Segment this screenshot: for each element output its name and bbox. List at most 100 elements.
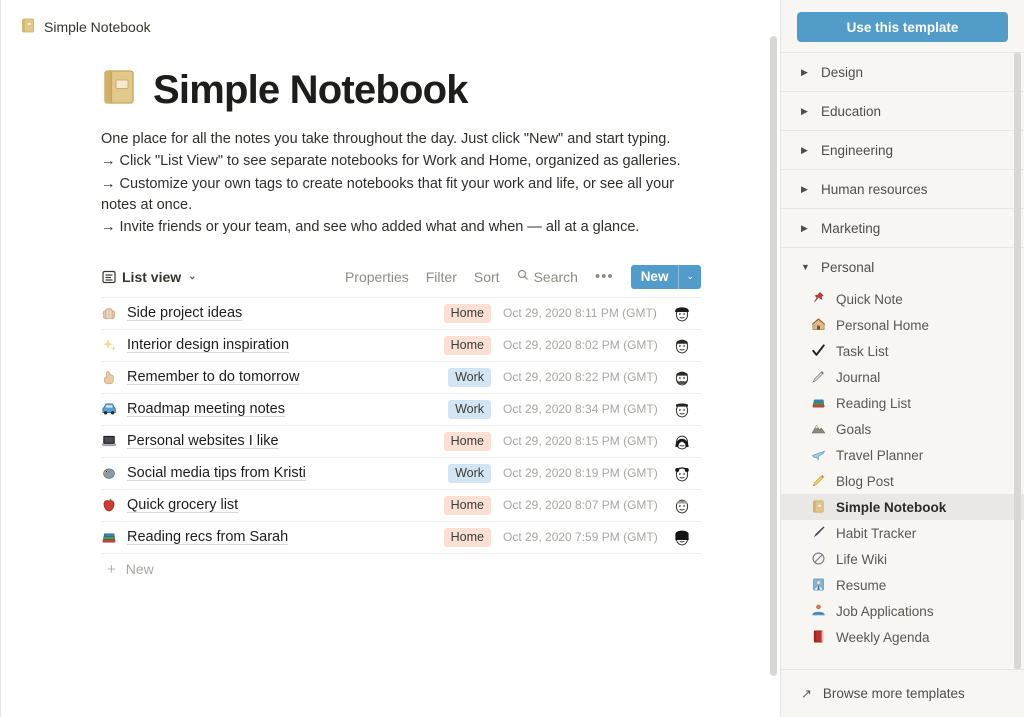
sidebar-item-label: Personal Home: [836, 317, 930, 333]
tag-cell[interactable]: Work: [383, 463, 503, 483]
note-title[interactable]: Side project ideas: [127, 305, 383, 321]
template-sidebar: Use this template ▶ Design ▶ Education ▶ Engi…: [780, 0, 1024, 717]
tag-cell[interactable]: Home: [383, 527, 503, 547]
sidebar-item-journal[interactable]: Journal: [781, 364, 1024, 390]
chevron-down-icon: ⌄: [188, 271, 197, 283]
table-row[interactable]: Social media tips from Kristi Work Oct 29,…: [101, 456, 701, 489]
sparkles-icon: [101, 337, 127, 353]
table-row[interactable]: Side project ideas Home Oct 29, 2020 8:11 …: [101, 296, 701, 329]
sidebar-item-personal-home[interactable]: Personal Home: [781, 312, 1024, 338]
main-content-pane: Simple Notebook Simple Notebook One plac…: [0, 0, 780, 717]
timestamp-cell: Oct 29, 2020 8:02 PM (GMT): [503, 338, 658, 353]
note-title[interactable]: Interior design inspiration: [127, 337, 383, 353]
car-icon: [101, 401, 127, 417]
search-label: Search: [533, 268, 578, 285]
tab-list-view[interactable]: List view ⌄: [101, 269, 197, 285]
filter-button[interactable]: Filter: [426, 269, 457, 285]
search-button[interactable]: Search: [517, 269, 578, 285]
avatar: [663, 463, 701, 483]
chevron-down-icon: ▼: [801, 262, 810, 272]
sidebar-item-reading-list[interactable]: Reading List: [781, 390, 1024, 416]
sidebar-category-label: Marketing: [821, 220, 881, 236]
note-title[interactable]: Quick grocery list: [127, 497, 383, 513]
pushpin-icon: [811, 291, 827, 308]
status-badge: Work: [448, 399, 491, 419]
avatar: [663, 335, 701, 355]
note-title[interactable]: Remember to do tomorrow: [127, 369, 383, 385]
books-icon: [811, 395, 827, 412]
table-row[interactable]: Quick grocery list Home Oct 29, 2020 8:07 …: [101, 488, 701, 521]
chevron-right-icon: ▶: [801, 183, 808, 194]
sidebar-item-task-list[interactable]: Task List: [781, 338, 1024, 364]
sidebar-item-travel-planner[interactable]: Travel Planner: [781, 442, 1024, 468]
table-row[interactable]: Reading recs from Sarah Home Oct 29, 2020 …: [101, 520, 701, 553]
new-button[interactable]: New ⌄: [630, 264, 701, 289]
sidebar-item-quick-note[interactable]: Quick Note: [781, 286, 1024, 312]
sidebar-item-simple-notebook[interactable]: Simple Notebook: [781, 494, 1024, 520]
sidebar-category-design[interactable]: ▶ Design: [781, 52, 1024, 91]
tag-cell[interactable]: Work: [383, 367, 503, 387]
sidebar-item-weekly-agenda[interactable]: Weekly Agenda: [781, 624, 1024, 650]
table-row[interactable]: Interior design inspiration Home Oct 29, 2…: [101, 328, 701, 361]
note-title[interactable]: Personal websites I like: [127, 433, 383, 449]
sort-button[interactable]: Sort: [474, 269, 500, 285]
note-title[interactable]: Roadmap meeting notes: [127, 401, 383, 417]
sidebar-scrollbar[interactable]: [1014, 52, 1021, 669]
sidebar-item-blog-post[interactable]: Blog Post: [781, 468, 1024, 494]
new-button-label: New: [640, 269, 669, 285]
house-icon: [811, 317, 827, 334]
sidebar-category-education[interactable]: ▶ Education: [781, 91, 1024, 130]
finger-icon: [101, 369, 127, 385]
sidebar-item-goals[interactable]: Goals: [781, 416, 1024, 442]
search-icon: [517, 269, 529, 284]
bird-icon: [101, 465, 127, 481]
timestamp-cell: Oct 29, 2020 8:19 PM (GMT): [503, 466, 658, 481]
tag-cell[interactable]: Home: [383, 303, 503, 323]
sidebar-category-label: Education: [821, 103, 882, 119]
sidebar-item-label: Quick Note: [836, 291, 903, 307]
breadcrumb[interactable]: Simple Notebook: [1, 0, 780, 40]
page-title-row: Simple Notebook: [101, 68, 780, 113]
sidebar-category-personal[interactable]: ▼ Personal: [781, 247, 1024, 286]
sidebar-item-label: Resume: [836, 577, 887, 593]
notebook-icon: [101, 68, 139, 113]
sidebar-item-resume[interactable]: Resume: [781, 572, 1024, 598]
airplane-icon: [811, 447, 827, 464]
plus-icon: +: [107, 560, 116, 578]
sidebar-category-engineering[interactable]: ▶ Engineering: [781, 130, 1024, 169]
sidebar-item-label: Simple Notebook: [836, 499, 947, 515]
tag-cell[interactable]: Work: [383, 399, 503, 419]
sidebar-item-label: Job Applications: [836, 603, 934, 619]
table-row[interactable]: Personal websites I like Home Oct 29, 2020…: [101, 424, 701, 457]
sidebar-category-marketing[interactable]: ▶ Marketing: [781, 208, 1024, 247]
properties-button[interactable]: Properties: [345, 269, 409, 285]
more-options-icon[interactable]: •••: [595, 268, 614, 285]
intro-line: → Invite friends or your team, and see w…: [101, 219, 640, 236]
page-body: Simple Notebook One place for all the no…: [1, 40, 780, 585]
main-scrollbar[interactable]: [770, 36, 777, 676]
status-badge: Work: [448, 463, 491, 483]
sidebar-category-label: Engineering: [821, 142, 894, 158]
mountain-icon: [811, 421, 827, 438]
sidebar-item-job-applications[interactable]: Job Applications: [781, 598, 1024, 624]
table-row[interactable]: Remember to do tomorrow Work Oct 29, 2020 …: [101, 360, 701, 393]
tag-cell[interactable]: Home: [383, 495, 503, 515]
sidebar-category-human-resources[interactable]: ▶ Human resources: [781, 169, 1024, 208]
use-this-template-button[interactable]: Use this template: [797, 12, 1008, 42]
sidebar-item-label: Blog Post: [836, 473, 894, 489]
browse-more-templates-link[interactable]: ↗ Browse more templates: [781, 669, 1024, 717]
breadcrumb-label: Simple Notebook: [44, 19, 151, 35]
chevron-right-icon: ▶: [801, 144, 808, 155]
add-new-row-button[interactable]: + New: [101, 552, 701, 585]
note-title[interactable]: Reading recs from Sarah: [127, 529, 383, 545]
sidebar-item-life-wiki[interactable]: Life Wiki: [781, 546, 1024, 572]
sidebar-item-habit-tracker[interactable]: Habit Tracker: [781, 520, 1024, 546]
sidebar-item-label: Life Wiki: [836, 551, 888, 567]
table-row[interactable]: Roadmap meeting notes Work Oct 29, 2020 8:…: [101, 392, 701, 425]
tag-cell[interactable]: Home: [383, 431, 503, 451]
tag-cell[interactable]: Home: [383, 335, 503, 355]
avatar: [663, 303, 701, 323]
notebook-icon: [21, 18, 36, 36]
note-title[interactable]: Social media tips from Kristi: [127, 465, 383, 481]
timestamp-cell: Oct 29, 2020 8:11 PM (GMT): [503, 306, 657, 321]
